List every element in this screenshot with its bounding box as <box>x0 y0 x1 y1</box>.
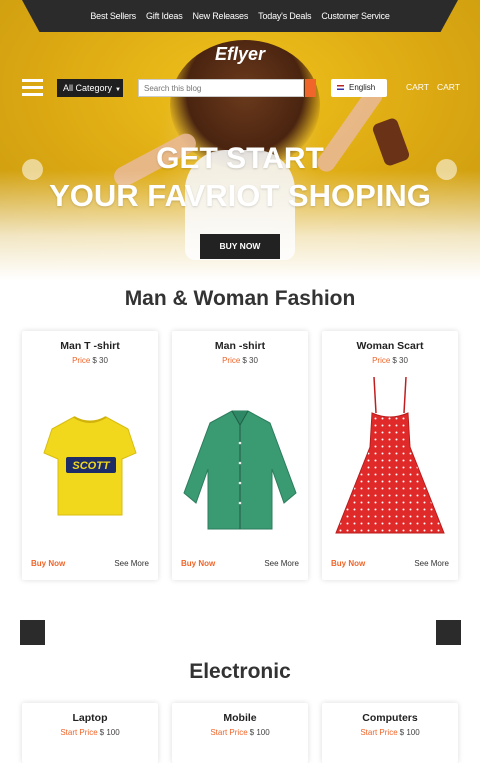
price-label: Start Price <box>360 728 398 737</box>
price-label: Start Price <box>60 728 98 737</box>
product-price: Start Price $ 100 <box>172 728 308 737</box>
product-price: Price $ 30 <box>22 356 158 365</box>
product-price: Start Price $ 100 <box>22 728 158 737</box>
product-price: Start Price $ 100 <box>322 728 458 737</box>
product-card: Computers Start Price $ 100 <box>322 703 458 763</box>
language-label: English <box>349 83 376 92</box>
product-card: Woman Scart Price $ 30 Buy Now See More <box>322 331 458 580</box>
hero-heading-line1: GET START <box>156 142 324 175</box>
price-label: Price <box>72 356 91 365</box>
product-name: Laptop <box>72 712 108 724</box>
language-select[interactable]: English <box>331 79 387 97</box>
cart-link[interactable]: CART <box>437 82 460 92</box>
product-card: Laptop Start Price $ 100 <box>22 703 158 763</box>
product-name: Man T -shirt <box>60 340 120 352</box>
price-value: $ 100 <box>399 728 420 737</box>
price-label: Start Price <box>210 728 248 737</box>
price-value: $ 30 <box>92 356 108 365</box>
cart-link[interactable]: CART <box>406 82 429 92</box>
product-name: Man -shirt <box>214 340 266 352</box>
buy-now-link[interactable]: Buy Now <box>31 559 65 568</box>
hero-buy-now-button[interactable]: BUY NOW <box>200 234 280 259</box>
product-price: Price $ 30 <box>172 356 308 365</box>
see-more-link[interactable]: See More <box>414 559 449 568</box>
shirt-image <box>183 410 297 530</box>
slider-next-button[interactable] <box>436 620 461 645</box>
price-label: Price <box>372 356 391 365</box>
price-value: $ 30 <box>392 356 408 365</box>
see-more-link[interactable]: See More <box>114 559 149 568</box>
buy-now-link[interactable]: Buy Now <box>331 559 365 568</box>
dress-image <box>335 376 445 534</box>
product-card: Mobile Start Price $ 100 <box>172 703 308 763</box>
search-button[interactable] <box>305 79 316 97</box>
product-name: Computers <box>362 712 418 724</box>
price-value: $ 100 <box>99 728 120 737</box>
tshirt-print-text: SCOTT <box>72 460 111 472</box>
product-name: Mobile <box>223 712 257 724</box>
buy-now-link[interactable]: Buy Now <box>181 559 215 568</box>
hamburger-menu-icon[interactable] <box>22 79 43 97</box>
product-name: Woman Scart <box>356 340 424 352</box>
product-card: Man -shirt Price $ 30 Buy Now See More <box>172 331 308 580</box>
nav-customer-service[interactable]: Customer Service <box>321 11 390 21</box>
category-select-label: All Category <box>63 83 113 93</box>
top-nav: Best Sellers Gift Ideas New Releases Tod… <box>22 0 458 32</box>
price-value: $ 100 <box>249 728 270 737</box>
product-card: Man T -shirt Price $ 30 SCOTT Buy Now See… <box>22 331 158 580</box>
slider-prev-button[interactable] <box>20 620 45 645</box>
search-input[interactable] <box>138 79 304 97</box>
price-label: Price <box>222 356 241 365</box>
hero-heading-line2: YOUR FAVRIOT SHOPING <box>49 178 431 213</box>
caret-down-icon: ▼ <box>115 87 121 93</box>
nav-new-releases[interactable]: New Releases <box>193 11 249 21</box>
price-value: $ 30 <box>242 356 258 365</box>
section-title: Man & Woman Fashion <box>124 287 356 310</box>
see-more-link[interactable]: See More <box>264 559 299 568</box>
nav-gift-ideas[interactable]: Gift Ideas <box>146 11 183 21</box>
nav-todays-deals[interactable]: Today's Deals <box>258 11 311 21</box>
logo[interactable]: Eflyer <box>0 44 480 65</box>
category-select[interactable]: All Category ▼ <box>57 79 123 97</box>
nav-best-sellers[interactable]: Best Sellers <box>90 11 136 21</box>
product-price: Price $ 30 <box>322 356 458 365</box>
flag-icon <box>337 85 344 91</box>
tshirt-image: SCOTT <box>43 416 137 516</box>
section-title: Electronic <box>189 660 291 683</box>
